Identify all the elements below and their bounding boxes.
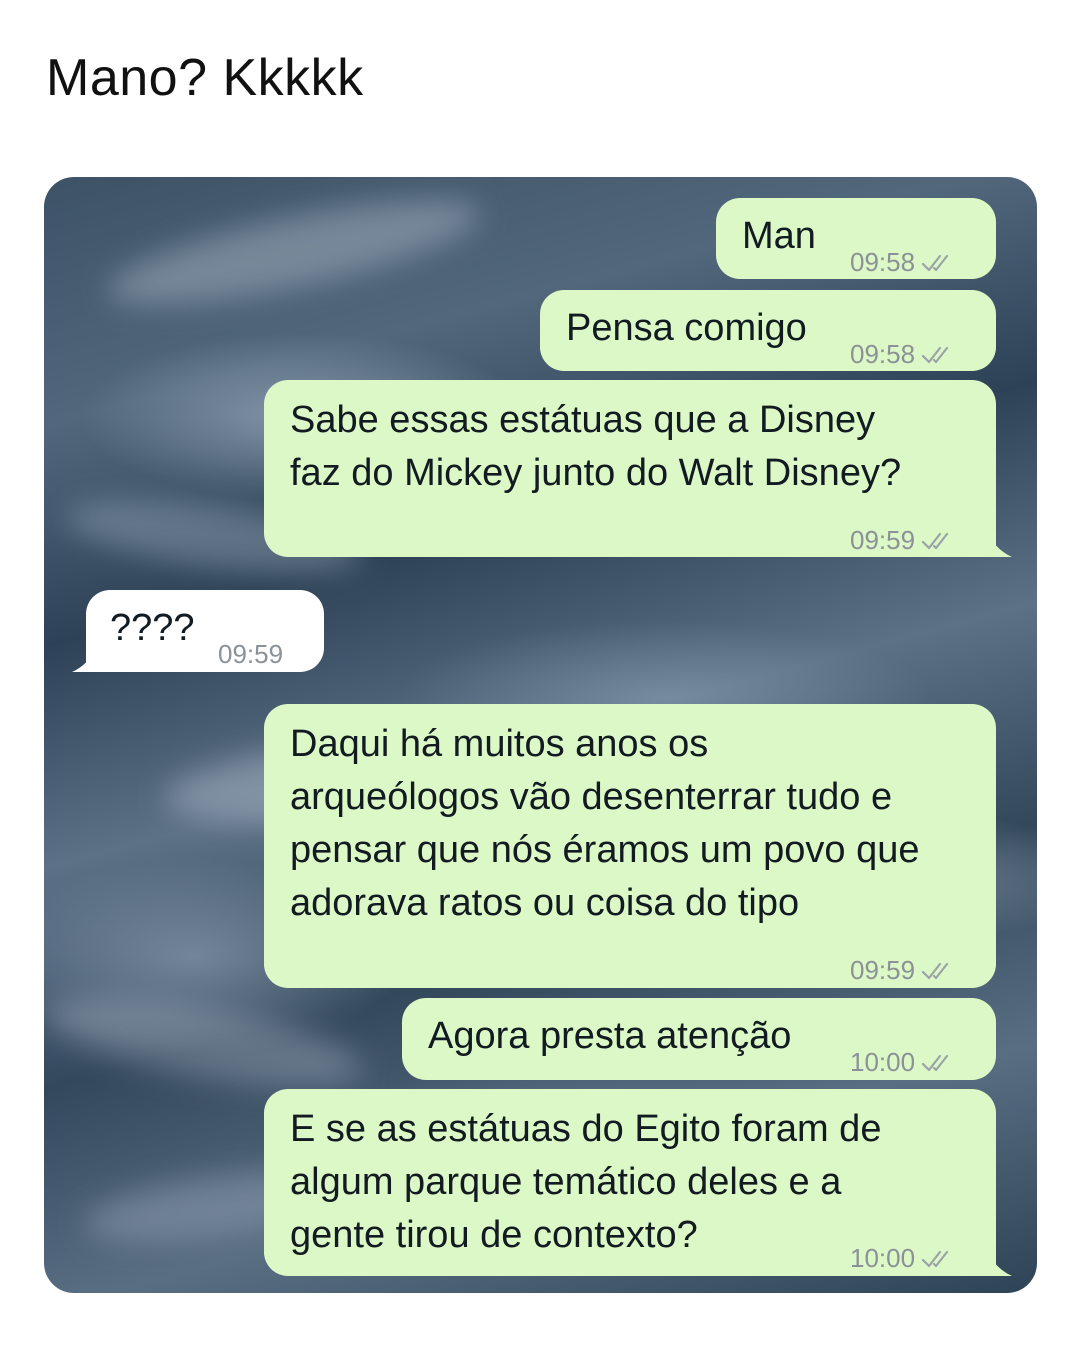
message-time: 09:59 — [850, 525, 916, 555]
message-text: Pensa comigo — [566, 307, 807, 349]
chat-message-outgoing[interactable]: Agora presta atenção 10:00 — [402, 998, 996, 1080]
bubble-tail — [72, 642, 100, 672]
message-meta: 09:59 — [850, 514, 957, 567]
read-ticks-icon — [921, 254, 949, 271]
message-text: E se as estátuas do Egito foram de algum… — [290, 1108, 882, 1256]
read-ticks-icon — [921, 962, 949, 979]
message-meta: 09:58 — [850, 328, 957, 381]
chat-message-outgoing[interactable]: Man 09:58 — [716, 198, 996, 279]
chat-message-outgoing[interactable]: Sabe essas estátuas que a Disney faz do … — [264, 380, 996, 557]
message-text: Sabe essas estátuas que a Disney faz do … — [290, 399, 902, 494]
background-wave — [100, 178, 488, 326]
bubble-tail — [984, 527, 1012, 557]
message-text: Agora presta atenção — [428, 1015, 792, 1057]
message-meta: 10:00 — [850, 1036, 957, 1089]
message-time: 09:59 — [218, 639, 284, 669]
message-text: ???? — [110, 607, 195, 649]
message-time: 10:00 — [850, 1047, 916, 1077]
message-time: 09:58 — [850, 247, 916, 277]
message-meta: 09:58 — [850, 236, 957, 289]
background-wave — [44, 979, 368, 1105]
message-text: Daqui há muitos anos os arqueólogos vão … — [290, 723, 920, 924]
message-text: Man — [742, 215, 816, 257]
read-ticks-icon — [921, 1054, 949, 1071]
message-time: 09:58 — [850, 339, 916, 369]
message-time: 09:59 — [850, 955, 916, 985]
message-meta: 09:59 — [850, 944, 957, 997]
chat-message-incoming[interactable]: ???? 09:59 — [86, 590, 324, 672]
message-meta: 09:59 — [218, 628, 283, 681]
chat-message-outgoing[interactable]: E se as estátuas do Egito foram de algum… — [264, 1089, 996, 1276]
post-caption: Mano? Kkkkk — [46, 49, 364, 107]
message-meta: 10:00 — [850, 1232, 957, 1285]
chat-screenshot: Man 09:58 Pensa comigo 09:58 Sabe essas … — [44, 177, 1037, 1293]
read-ticks-icon — [921, 532, 949, 549]
chat-message-outgoing[interactable]: Pensa comigo 09:58 — [540, 290, 996, 371]
read-ticks-icon — [921, 346, 949, 363]
read-ticks-icon — [921, 1250, 949, 1267]
bubble-tail — [984, 1246, 1012, 1276]
message-time: 10:00 — [850, 1243, 916, 1273]
chat-message-outgoing[interactable]: Daqui há muitos anos os arqueólogos vão … — [264, 704, 996, 988]
